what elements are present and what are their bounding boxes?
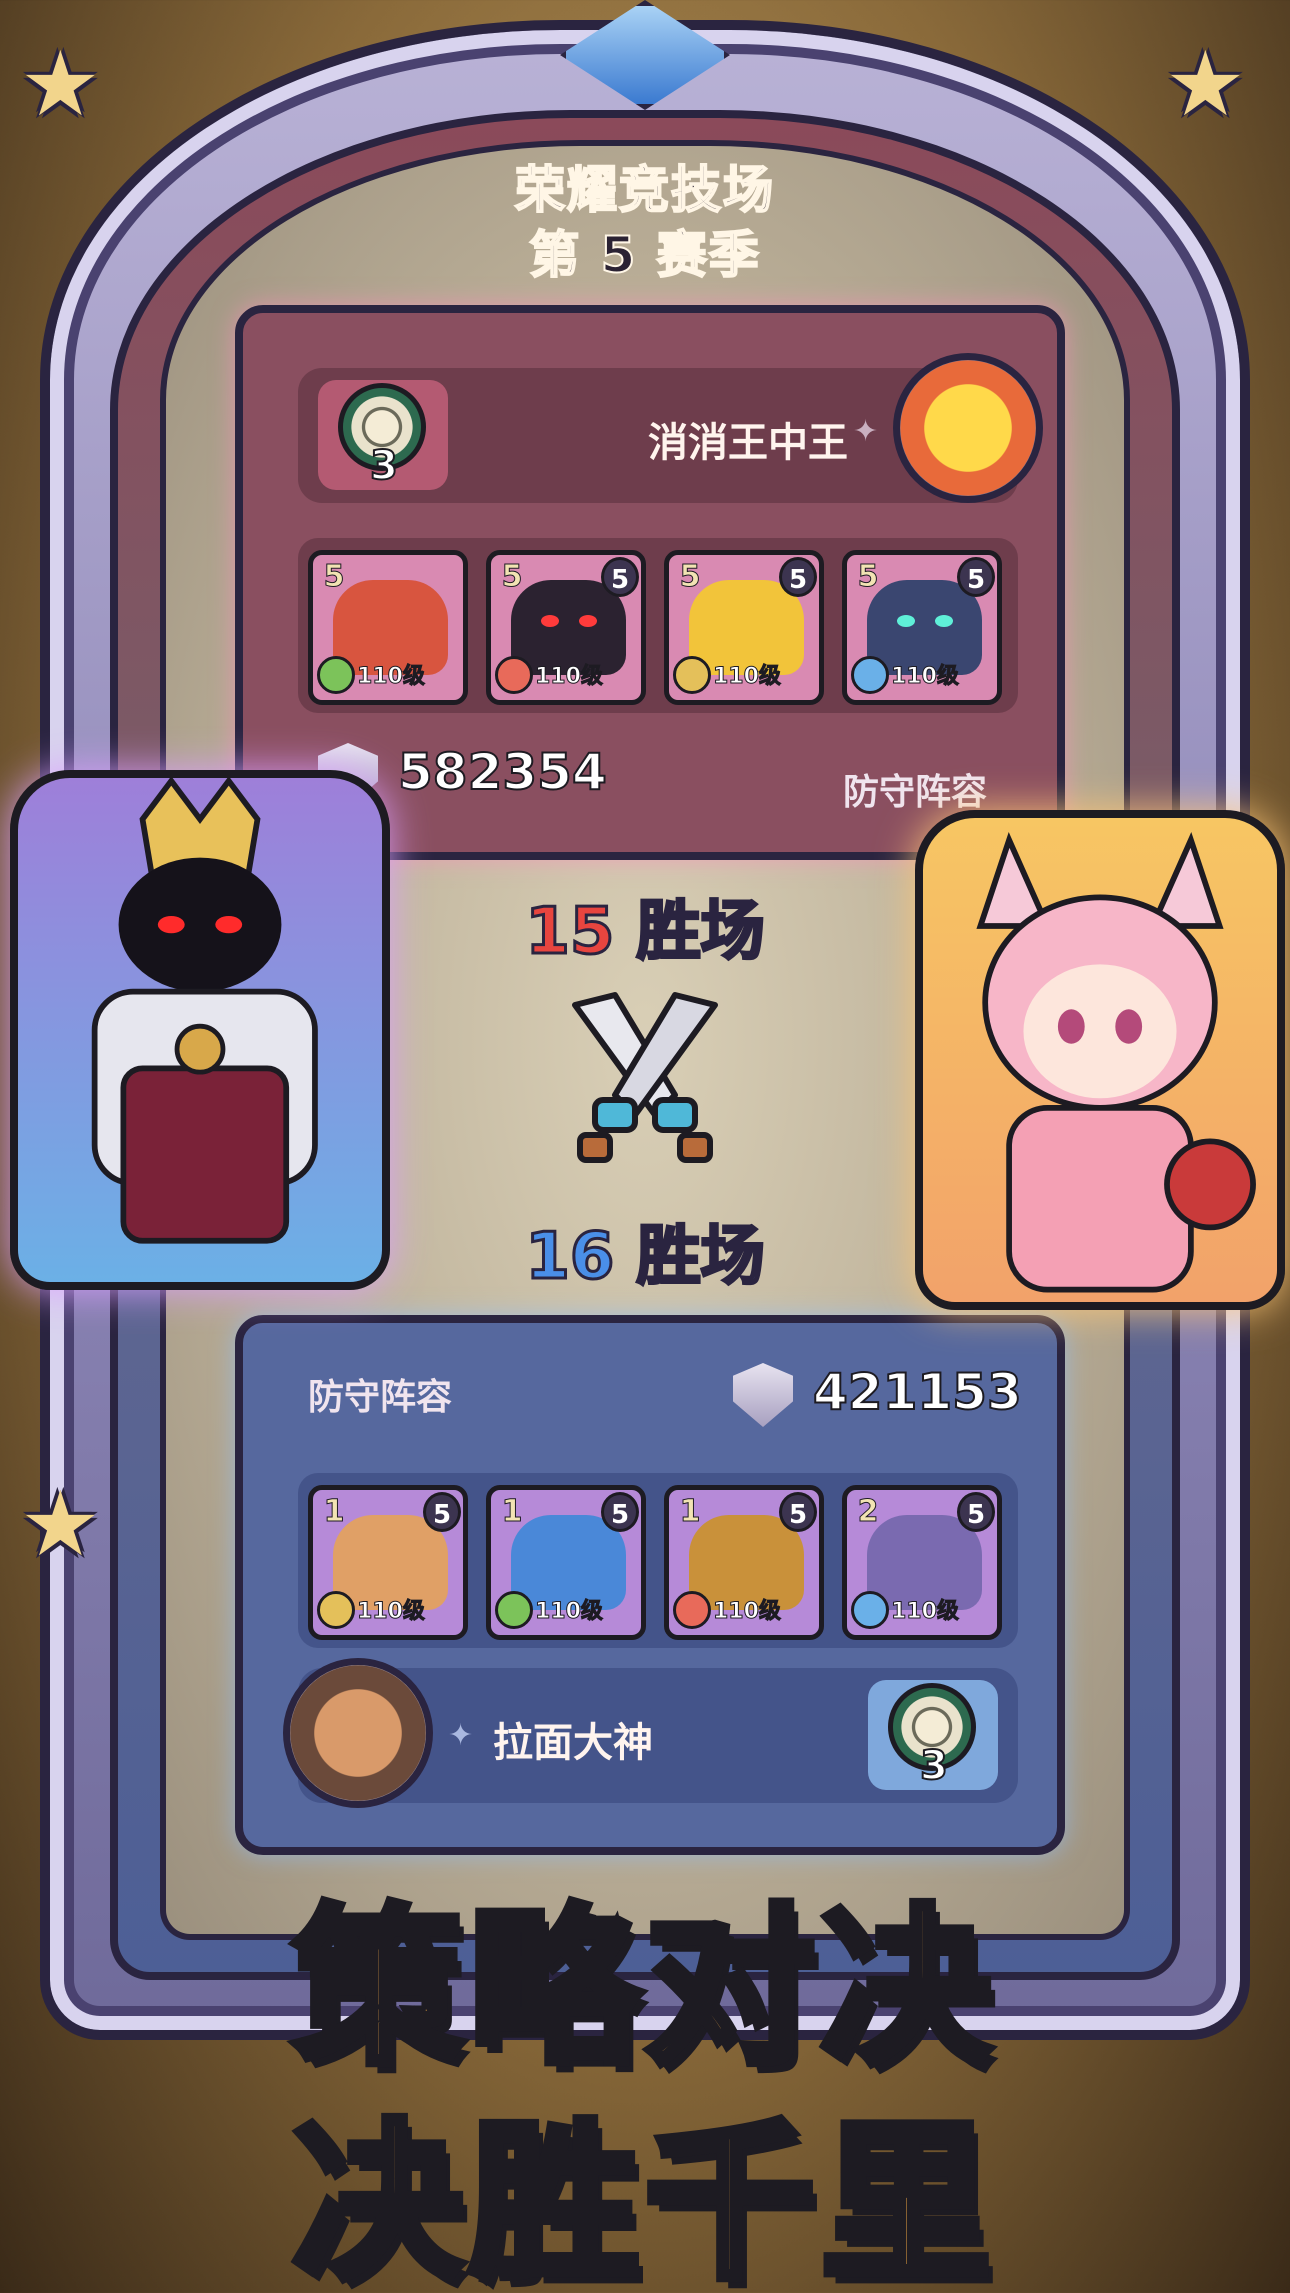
player-power: 421153 xyxy=(812,1362,1023,1422)
opponent-lineup-label: 防守阵容 xyxy=(843,772,988,813)
leaf-element-icon xyxy=(317,656,355,694)
hero-star-badge: 1 xyxy=(323,1494,345,1530)
hero-star-badge: 5 xyxy=(857,559,879,595)
dark-knight-illustration xyxy=(91,776,318,1244)
hero-card[interactable]: 5 5 110级 xyxy=(664,550,824,705)
fire-element-icon xyxy=(495,656,533,694)
hero-star-badge: 2 xyxy=(857,1494,879,1530)
slogan-line-1: 策略对决 xyxy=(289,1886,997,2092)
player-avatar[interactable] xyxy=(283,1658,433,1808)
sword-shield-icon xyxy=(733,1363,793,1427)
player-medal-count: 3 xyxy=(919,1742,949,1790)
hero-star-badge: 5 xyxy=(323,559,345,595)
hero-card[interactable]: 1 5 110级 xyxy=(486,1485,646,1640)
leaf-element-icon xyxy=(495,1591,533,1629)
hero-card[interactable]: 2 5 110级 xyxy=(842,1485,1002,1640)
hero-card[interactable]: 1 5 110级 xyxy=(664,1485,824,1640)
hero-rank-badge: 5 xyxy=(601,1492,639,1532)
hero-rank-badge: 5 xyxy=(601,557,639,597)
fox-girl-character xyxy=(915,810,1285,1310)
diamond-icon: ✦ xyxy=(448,1718,474,1753)
hero-level: 110级 xyxy=(891,664,960,690)
opponent-medal-count: 3 xyxy=(369,442,399,490)
water-element-icon xyxy=(851,656,889,694)
player-lineup-label: 防守阵容 xyxy=(308,1377,453,1418)
hero-level: 110级 xyxy=(713,664,782,690)
hero-level: 110级 xyxy=(713,1599,782,1625)
hero-rank-badge: 5 xyxy=(957,557,995,597)
opponent-avatar[interactable] xyxy=(893,353,1043,503)
player-hero-row: 1 5 110级 1 5 110级 1 5 110级 2 5 110级 xyxy=(298,1473,1018,1648)
diamond-icon: ✦ xyxy=(853,414,879,449)
opponent-namebar: 3 消消王中王 ✦ xyxy=(298,353,1043,503)
slogan-line-2: 决胜千里 xyxy=(289,2101,997,2293)
hero-rank-badge: 5 xyxy=(423,1492,461,1532)
hero-star-badge: 5 xyxy=(679,559,701,595)
hero-eye xyxy=(579,615,597,627)
hero-rank-badge: 5 xyxy=(779,557,817,597)
star-ornament: ★ xyxy=(20,32,101,137)
hero-eye xyxy=(935,615,953,627)
fox-girl-illustration xyxy=(976,832,1256,1293)
hero-star-badge: 1 xyxy=(501,1494,523,1530)
opponent-hero-row: 5 110级 5 5 110级 5 5 110级 5 5 110级 xyxy=(298,538,1018,713)
hero-star-badge: 5 xyxy=(501,559,523,595)
hero-card[interactable]: 1 5 110级 xyxy=(308,1485,468,1640)
dark-knight-character xyxy=(10,770,390,1290)
earth-element-icon xyxy=(673,656,711,694)
crossed-swords-icon xyxy=(572,992,718,1163)
hero-star-badge: 1 xyxy=(679,1494,701,1530)
player-name: 拉面大神 xyxy=(493,1720,653,1766)
hero-card[interactable]: 5 5 110级 xyxy=(842,550,1002,705)
water-element-icon xyxy=(851,1591,889,1629)
fire-element-icon xyxy=(673,1591,711,1629)
hero-eye xyxy=(541,615,559,627)
hero-level: 110级 xyxy=(357,664,426,690)
hero-level: 110级 xyxy=(357,1599,426,1625)
hero-card[interactable]: 5 110级 xyxy=(308,550,468,705)
hero-eye xyxy=(897,615,915,627)
player-namebar: ✦ 拉面大神 3 xyxy=(283,1658,1018,1808)
star-ornament: ★ xyxy=(20,1472,101,1577)
hero-level: 110级 xyxy=(535,664,604,690)
opponent-panel[interactable]: 3 消消王中王 ✦ 5 110级 5 5 110级 5 5 110级 5 5 1… xyxy=(235,305,1065,860)
season-label: 第 5 赛季 xyxy=(528,225,761,285)
opponent-name: 消消王中王 xyxy=(648,420,848,466)
hero-rank-badge: 5 xyxy=(957,1492,995,1532)
arena-title: 荣耀竞技场 xyxy=(514,160,775,220)
hero-level: 110级 xyxy=(535,1599,604,1625)
player-panel[interactable]: 防守阵容 421153 1 5 110级 1 5 110级 1 5 110级 2 xyxy=(235,1315,1065,1855)
hero-card[interactable]: 5 5 110级 xyxy=(486,550,646,705)
star-ornament: ★ xyxy=(1165,32,1246,137)
opponent-power: 582354 xyxy=(397,742,608,802)
earth-element-icon xyxy=(317,1591,355,1629)
hero-level: 110级 xyxy=(891,1599,960,1625)
hero-rank-badge: 5 xyxy=(779,1492,817,1532)
